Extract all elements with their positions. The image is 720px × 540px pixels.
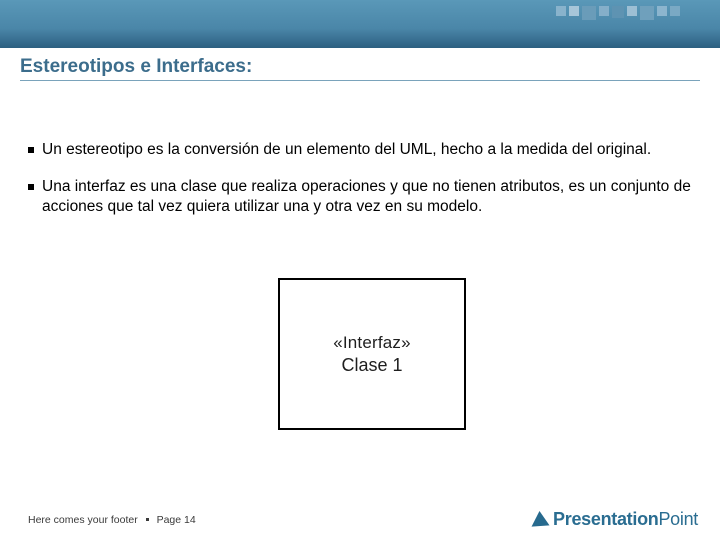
- bullet-item: Una interfaz es una clase que realiza op…: [28, 177, 692, 216]
- uml-interface-figure: «Interfaz» Clase 1: [278, 278, 466, 430]
- figure-class-name: Clase 1: [341, 355, 402, 376]
- bullet-marker-icon: [28, 147, 34, 153]
- brand-word-a: Presentation: [553, 509, 658, 529]
- footer-page: Page 14: [157, 514, 196, 526]
- bullet-text: Una interfaz es una clase que realiza op…: [42, 177, 692, 216]
- figure-stereotype-label: «Interfaz»: [333, 333, 411, 353]
- header-decor-squares: [556, 0, 680, 48]
- header-bar: [0, 0, 720, 48]
- footer-text: Here comes your footer: [28, 514, 138, 526]
- brand-logo: PresentationPoint: [531, 509, 698, 530]
- brand-word-b: Point: [658, 509, 698, 529]
- slide-title-wrap: Estereotipos e Interfaces:: [20, 56, 700, 79]
- slide-body: Un estereotipo es la conversión de un el…: [28, 140, 692, 234]
- brand-triangle-icon: [531, 510, 550, 526]
- slide-title: Estereotipos e Interfaces:: [20, 56, 700, 79]
- title-underline: [20, 80, 700, 81]
- footer: Here comes your footer Page 14: [28, 514, 196, 526]
- footer-separator-icon: [146, 518, 149, 521]
- bullet-marker-icon: [28, 184, 34, 190]
- bullet-text: Un estereotipo es la conversión de un el…: [42, 140, 692, 159]
- brand-text: PresentationPoint: [553, 509, 698, 530]
- bullet-item: Un estereotipo es la conversión de un el…: [28, 140, 692, 159]
